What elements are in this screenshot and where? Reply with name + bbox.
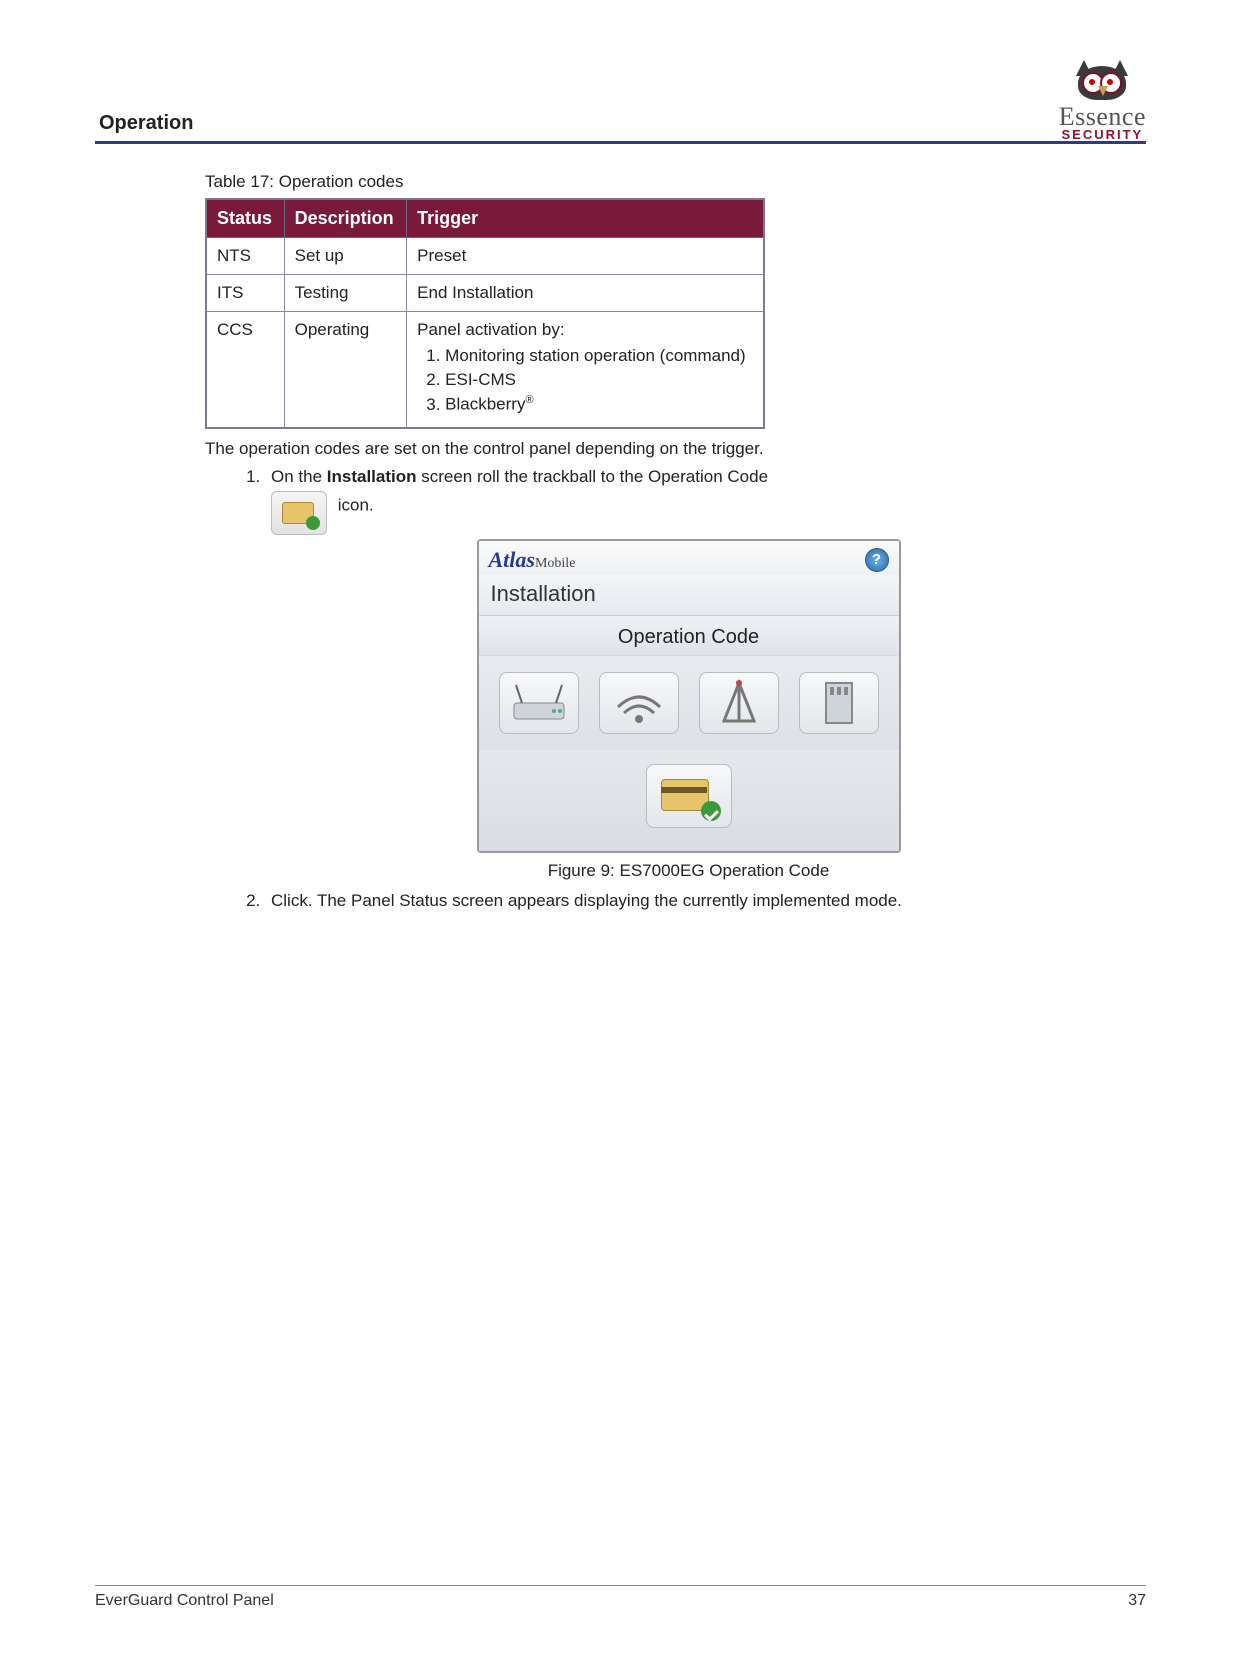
device-brand: AtlasMobile	[489, 547, 576, 573]
figure-caption: Figure 9: ES7000EG Operation Code	[271, 861, 1106, 881]
col-trigger: Trigger	[407, 199, 764, 238]
step-1: On the Installation screen roll the trac…	[265, 467, 1106, 881]
table-row: NTS Set up Preset	[206, 238, 764, 275]
table-row: CCS Operating Panel activation by: Monit…	[206, 312, 764, 428]
antenna-icon[interactable]	[699, 672, 779, 734]
intro-paragraph: The operation codes are set on the contr…	[205, 439, 1106, 459]
sdcard-icon[interactable]	[799, 672, 879, 734]
trigger-item-text: Blackberry	[445, 395, 525, 414]
device-screenshot: AtlasMobile ? Installation Operation Cod…	[477, 539, 901, 853]
cell-trigger: End Installation	[407, 275, 764, 312]
cell-desc: Testing	[284, 275, 407, 312]
figure-9: AtlasMobile ? Installation Operation Cod…	[271, 539, 1106, 881]
page-number: 37	[1128, 1592, 1146, 1610]
owl-icon	[1068, 60, 1136, 104]
content-area: Table 17: Operation codes Status Descrip…	[205, 172, 1106, 911]
router-icon[interactable]	[499, 672, 579, 734]
brand-logo: Essence SECURITY	[1059, 60, 1146, 141]
help-icon[interactable]: ?	[865, 548, 889, 572]
cell-status: NTS	[206, 238, 284, 275]
col-description: Description	[284, 199, 407, 238]
device-brand-a: Atlas	[489, 547, 535, 572]
cell-desc: Set up	[284, 238, 407, 275]
device-brand-b: Mobile	[535, 556, 575, 571]
operation-code-icon	[271, 491, 327, 535]
step1-bold: Installation	[327, 467, 417, 486]
cell-status: CCS	[206, 312, 284, 428]
cell-trigger: Panel activation by: Monitoring station …	[407, 312, 764, 428]
operation-code-tile[interactable]	[646, 764, 732, 828]
cell-desc: Operating	[284, 312, 407, 428]
step1-part-c: screen roll the trackball to the Operati…	[417, 467, 769, 486]
trigger-item: Monitoring station operation (command)	[445, 346, 753, 366]
brand-subtitle: SECURITY	[1062, 128, 1144, 141]
table-row: ITS Testing End Installation	[206, 275, 764, 312]
footer-title: EverGuard Control Panel	[95, 1592, 274, 1610]
page-header: Operation Essence SECURITY	[95, 60, 1146, 144]
steps-list: On the Installation screen roll the trac…	[205, 467, 1106, 911]
step-2: Click. The Panel Status screen appears d…	[265, 891, 1106, 911]
device-screen-title: Installation	[479, 575, 899, 616]
col-status: Status	[206, 199, 284, 238]
device-subtitle: Operation Code	[479, 616, 899, 656]
trigger-list: Monitoring station operation (command) E…	[417, 346, 753, 415]
table-caption: Table 17: Operation codes	[205, 172, 1106, 192]
step1-part-d: icon.	[333, 495, 374, 514]
wifi-icon[interactable]	[599, 672, 679, 734]
trigger-item: ESI-CMS	[445, 370, 753, 390]
page-footer: EverGuard Control Panel 37	[95, 1585, 1146, 1610]
cell-status: ITS	[206, 275, 284, 312]
operation-codes-table: Status Description Trigger NTS Set up Pr…	[205, 198, 765, 429]
device-icon-row	[479, 656, 899, 750]
cell-trigger: Preset	[407, 238, 764, 275]
section-title: Operation	[95, 112, 193, 135]
trigger-item: Blackberry®	[445, 394, 753, 415]
registered-mark: ®	[525, 394, 533, 406]
trigger-intro: Panel activation by:	[417, 320, 564, 339]
step1-part-a: On the	[271, 467, 327, 486]
